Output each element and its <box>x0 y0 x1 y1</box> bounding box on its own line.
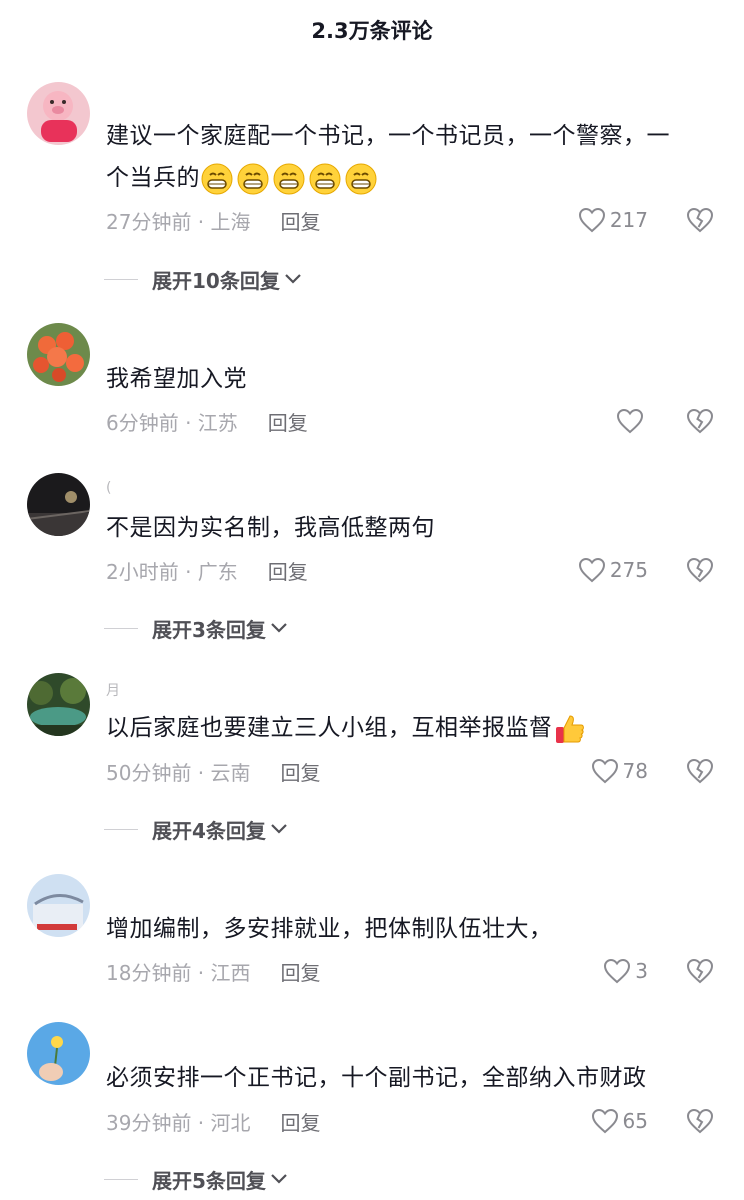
expand-label: 展开5条回复 <box>152 1168 266 1193</box>
reply-button[interactable]: 回复 <box>268 407 308 436</box>
comment-meta: 39分钟前 · 河北 回复 <box>106 1104 321 1138</box>
heart-outline-icon <box>578 207 605 233</box>
comments-header: 2.3万条评论 <box>0 0 744 60</box>
like-count: 78 <box>622 759 648 783</box>
heart-outline-icon <box>578 557 605 583</box>
like-count: 275 <box>609 558 648 582</box>
comment-text: 必须安排一个正书记，十个副书记，全部纳入市财政 <box>106 1065 647 1091</box>
broken-heart-icon <box>686 1108 714 1134</box>
time-location: 27分钟前 · 上海 <box>106 209 251 234</box>
comment-count-title: 2.3万条评论 <box>311 19 433 43</box>
username[interactable]: ( <box>106 480 111 498</box>
comment-text: 以后家庭也要建立三人小组，互相举报监督 <box>106 707 724 749</box>
time-location: 50分钟前 · 云南 <box>106 760 251 785</box>
expand-label: 展开3条回复 <box>152 617 266 642</box>
chevron-down-icon <box>284 273 302 285</box>
broken-heart-icon <box>686 958 714 984</box>
time-location: 2小时前 · 广东 <box>106 559 238 584</box>
expand-replies-button[interactable]: 展开5条回复 <box>104 1163 288 1195</box>
like-button[interactable]: 275 <box>578 553 648 587</box>
time-location: 6分钟前 · 江苏 <box>106 410 238 435</box>
like-count: 65 <box>622 1109 648 1133</box>
reply-button[interactable]: 回复 <box>281 957 321 986</box>
comment-meta: 50分钟前 · 云南 回复 <box>106 754 321 788</box>
dislike-button[interactable] <box>686 754 716 788</box>
dislike-button[interactable] <box>686 954 716 988</box>
comment-text: 增加编制，多安排就业，把体制队伍壮大， <box>106 916 553 942</box>
comment-text: 我希望加入党 <box>106 366 247 392</box>
like-button[interactable]: 3 <box>603 954 648 988</box>
username[interactable]: 月 <box>106 680 120 699</box>
grin-emoji <box>273 163 305 194</box>
emoji-group <box>200 162 378 196</box>
comment-meta: 6分钟前 · 江苏 回复 <box>106 404 308 438</box>
expand-replies-button[interactable]: 展开10条回复 <box>104 263 302 295</box>
divider <box>104 278 138 280</box>
comment-meta: 27分钟前 · 上海 回复 <box>106 203 321 237</box>
avatar[interactable] <box>27 673 90 736</box>
heart-outline-icon <box>591 1108 618 1134</box>
avatar[interactable] <box>27 473 90 536</box>
broken-heart-icon <box>686 408 714 434</box>
avatar[interactable] <box>27 323 90 386</box>
reply-button[interactable]: 回复 <box>281 206 321 235</box>
time-location: 39分钟前 · 河北 <box>106 1110 251 1135</box>
comment-meta: 18分钟前 · 江西 回复 <box>106 954 321 988</box>
like-button[interactable]: 217 <box>578 203 648 237</box>
divider <box>104 1178 138 1180</box>
chevron-down-icon <box>270 622 288 634</box>
heart-outline-icon <box>604 958 631 984</box>
avatar[interactable] <box>27 1022 90 1085</box>
dislike-button[interactable] <box>686 553 716 587</box>
expand-replies-button[interactable]: 展开3条回复 <box>104 612 288 644</box>
reply-button[interactable]: 回复 <box>281 757 321 786</box>
like-button[interactable]: 78 <box>591 754 648 788</box>
broken-heart-icon <box>686 557 714 583</box>
comment-meta: 2小时前 · 广东 回复 <box>106 553 308 587</box>
expand-label: 展开4条回复 <box>152 818 266 843</box>
chevron-down-icon <box>270 823 288 835</box>
grin-emoji <box>309 163 341 194</box>
divider <box>104 828 138 830</box>
like-button[interactable] <box>616 404 648 438</box>
chevron-down-icon <box>270 1173 288 1185</box>
grin-emoji <box>345 163 377 194</box>
time-location: 18分钟前 · 江西 <box>106 960 251 985</box>
like-button[interactable]: 65 <box>591 1104 648 1138</box>
divider <box>104 627 138 629</box>
dislike-button[interactable] <box>686 1104 716 1138</box>
expand-label: 展开10条回复 <box>152 268 280 293</box>
expand-replies-button[interactable]: 展开4条回复 <box>104 813 288 845</box>
avatar[interactable] <box>27 874 90 937</box>
broken-heart-icon <box>686 207 714 233</box>
avatar[interactable] <box>27 82 90 145</box>
comment-text: 建议一个家庭配一个书记，一个书记员，一个警察，一 个当兵的 <box>106 115 724 199</box>
grin-emoji <box>201 163 233 194</box>
grin-emoji <box>237 163 269 194</box>
comment-text: 不是因为实名制，我高低整两句 <box>106 515 435 541</box>
like-count: 217 <box>609 208 648 232</box>
heart-outline-icon <box>591 758 618 784</box>
heart-outline-icon <box>616 408 644 434</box>
emoji-group <box>553 712 587 746</box>
like-count: 3 <box>635 959 648 983</box>
dislike-button[interactable] <box>686 404 716 438</box>
thumbs-up-emoji <box>555 714 584 743</box>
broken-heart-icon <box>686 758 714 784</box>
reply-button[interactable]: 回复 <box>268 556 308 585</box>
reply-button[interactable]: 回复 <box>281 1107 321 1136</box>
dislike-button[interactable] <box>686 203 716 237</box>
